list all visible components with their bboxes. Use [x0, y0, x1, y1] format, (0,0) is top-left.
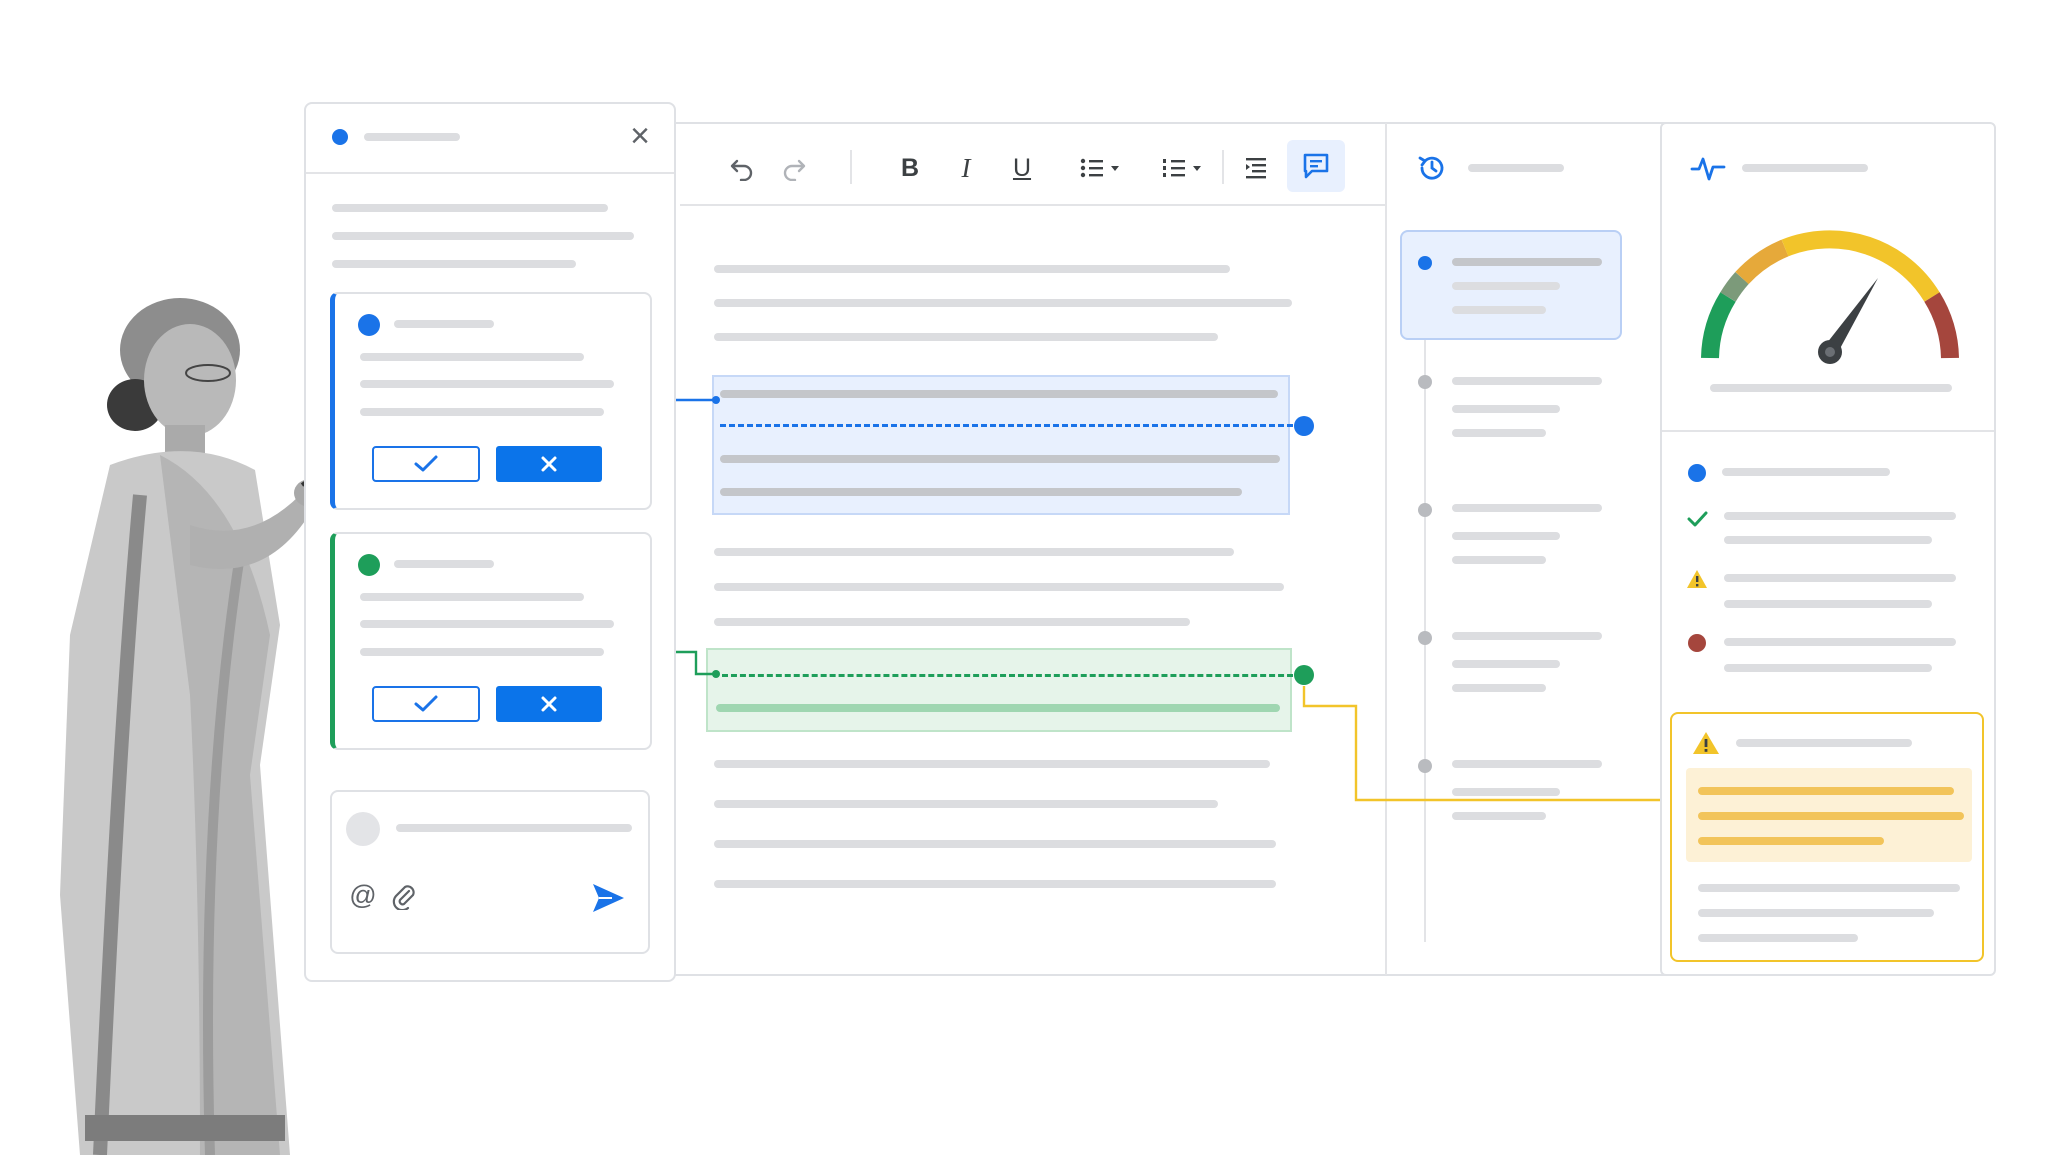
composer-avatar [346, 812, 380, 846]
card-text-line [360, 648, 604, 656]
composer-input[interactable] [396, 824, 632, 832]
alert-highlight-line [1698, 837, 1884, 845]
warning-icon [1686, 568, 1708, 590]
paperclip-icon [392, 885, 415, 910]
card-author-dot [358, 554, 380, 576]
warning-icon [1692, 730, 1720, 756]
alert-text-line [1698, 934, 1858, 942]
comments-summary-line [332, 260, 576, 268]
send-icon [593, 884, 624, 912]
close-icon: × [630, 117, 650, 155]
card-author-name [394, 320, 494, 328]
reject-button[interactable] [496, 686, 602, 722]
close-button[interactable]: × [624, 117, 656, 155]
activity-pulse-icon [1690, 150, 1726, 186]
card-author-dot [358, 314, 380, 336]
check-icon [414, 695, 438, 712]
mention-label: @ [349, 880, 377, 910]
status-line [1724, 600, 1932, 608]
card-text-line [360, 380, 614, 388]
status-heading [1722, 468, 1890, 476]
mention-button[interactable]: @ [348, 880, 378, 910]
gauge-caption [1710, 384, 1952, 392]
insights-title [1742, 164, 1868, 172]
accept-button[interactable] [372, 686, 480, 722]
comments-status-dot [332, 129, 348, 145]
alert-text-line [1698, 909, 1934, 917]
card-text-line [360, 593, 584, 601]
send-button[interactable] [590, 880, 626, 916]
alert-title [1736, 739, 1912, 747]
gauge-icon [1690, 222, 1970, 372]
close-icon [541, 456, 557, 472]
card-author-name [394, 560, 494, 568]
error-dot-icon [1688, 634, 1706, 652]
status-line [1724, 664, 1932, 672]
card-text-line [360, 408, 604, 416]
attach-button[interactable] [390, 882, 418, 910]
comments-header-divider [306, 172, 674, 174]
accept-button[interactable] [372, 446, 480, 482]
card-text-line [360, 620, 614, 628]
comments-summary-line [332, 232, 634, 240]
comments-title [364, 133, 460, 141]
check-icon [414, 455, 438, 472]
close-icon [541, 696, 557, 712]
card-text-line [360, 353, 584, 361]
check-icon [1686, 508, 1708, 530]
status-line [1724, 638, 1956, 646]
insights-divider [1662, 430, 1994, 432]
alert-highlight-line [1698, 812, 1964, 820]
alert-highlight-line [1698, 787, 1954, 795]
reject-button[interactable] [496, 446, 602, 482]
status-line [1724, 574, 1956, 582]
status-line [1724, 536, 1932, 544]
info-dot-icon [1688, 464, 1706, 482]
status-line [1724, 512, 1956, 520]
alert-text-line [1698, 884, 1960, 892]
comment-composer[interactable] [330, 790, 650, 954]
comments-summary-line [332, 204, 608, 212]
